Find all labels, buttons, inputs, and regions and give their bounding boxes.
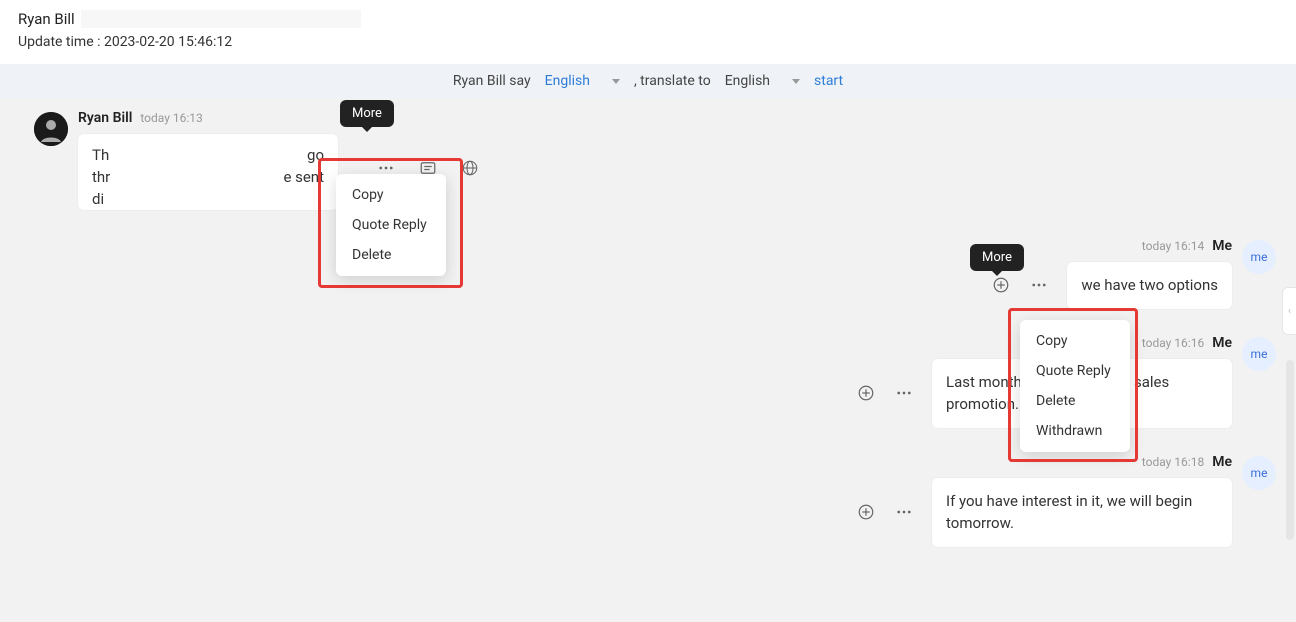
update-label: Update time : [18, 34, 104, 50]
more-tooltip: More [970, 244, 1024, 271]
scrollbar[interactable] [1286, 360, 1294, 540]
plus-icon[interactable] [856, 502, 876, 522]
menu-delete[interactable]: Delete [336, 240, 446, 270]
more-icon[interactable] [894, 502, 914, 522]
message-bubble: If you have interest in it, we will begi… [932, 478, 1232, 547]
sender-me: Me [1212, 335, 1232, 351]
collapse-handle[interactable]: ‹ [1282, 287, 1296, 335]
translate-icon[interactable] [460, 158, 480, 178]
sender-me: Me [1212, 238, 1232, 254]
message-bubble: Th go thr e sent di [78, 134, 338, 210]
plus-icon[interactable] [856, 383, 876, 403]
menu-withdrawn[interactable]: Withdrawn [1020, 416, 1130, 446]
message-time: today 16:14 [1142, 239, 1204, 253]
redacted-block [81, 10, 361, 28]
context-menu-left: Copy Quote Reply Delete [336, 174, 446, 276]
sender-name: Ryan Bill [78, 110, 132, 126]
context-menu-right: Copy Quote Reply Delete Withdrawn [1020, 320, 1130, 452]
lang-from-label: English [545, 73, 590, 89]
more-tooltip: More [340, 100, 394, 127]
message-time: today 16:16 [1142, 336, 1204, 350]
lang-to-select[interactable]: English [719, 73, 806, 89]
lang-from-select[interactable]: English [539, 73, 626, 89]
contact-name: Ryan Bill [18, 10, 75, 28]
plus-icon[interactable] [991, 275, 1011, 295]
menu-delete[interactable]: Delete [1020, 386, 1130, 416]
avatar-me: me [1242, 240, 1276, 274]
chat-area: Ryan Bill today 16:13 Th go thr e sent d… [0, 98, 1296, 606]
more-icon[interactable] [894, 383, 914, 403]
chevron-down-icon [792, 79, 800, 84]
menu-copy[interactable]: Copy [336, 180, 446, 210]
translate-prefix: Ryan Bill say [453, 73, 531, 89]
more-icon[interactable] [1029, 275, 1049, 295]
avatar-me: me [1242, 456, 1276, 490]
message-time: today 16:18 [1142, 455, 1204, 469]
sender-me: Me [1212, 454, 1232, 470]
lang-to-label: English [725, 73, 770, 89]
translate-start-link[interactable]: start [814, 73, 843, 89]
menu-copy[interactable]: Copy [1020, 326, 1130, 356]
translate-mid: , translate to [634, 73, 711, 89]
avatar [34, 112, 68, 146]
avatar-me: me [1242, 337, 1276, 371]
message-time: today 16:13 [140, 111, 202, 125]
chevron-down-icon [612, 79, 620, 84]
menu-quote-reply[interactable]: Quote Reply [1020, 356, 1130, 386]
message-bubble: we have two options [1067, 262, 1232, 309]
update-time: 2023-02-20 15:46:12 [104, 34, 232, 50]
menu-quote-reply[interactable]: Quote Reply [336, 210, 446, 240]
chat-header: Ryan Bill Update time : 2023-02-20 15:46… [0, 0, 1296, 64]
translate-bar: Ryan Bill say English , translate to Eng… [0, 64, 1296, 98]
